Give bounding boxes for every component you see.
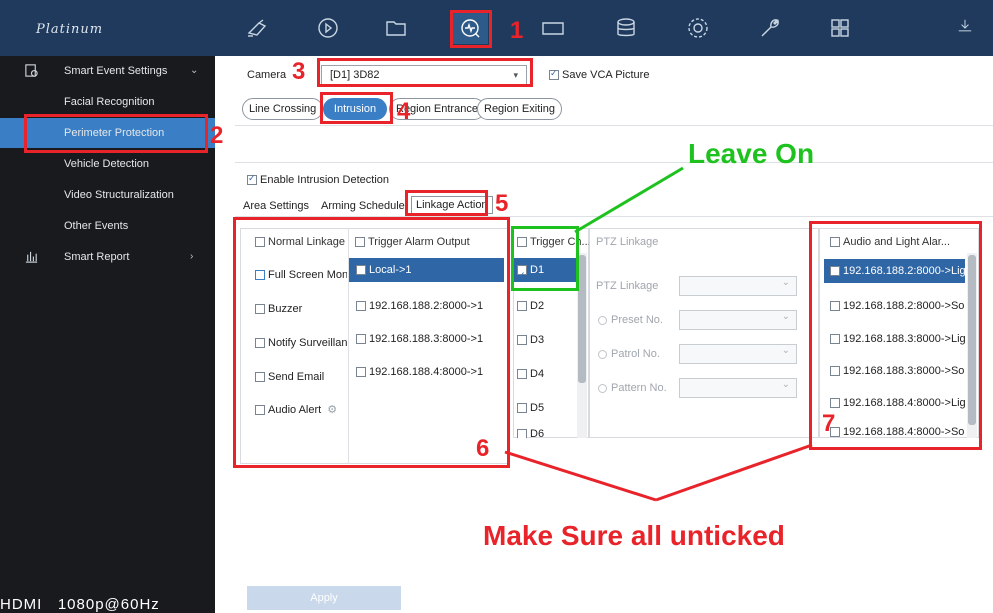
checkbox-icon	[517, 335, 527, 346]
folder-icon[interactable]	[378, 12, 414, 44]
sidebar-item-smart-report[interactable]: Smart Report ›	[0, 242, 215, 272]
camera-label: Camera	[247, 69, 287, 81]
sidebar-item-label: Smart Report	[64, 251, 130, 263]
trigger-channel-item-label: D4	[530, 368, 545, 380]
patrol-label: Patrol No.	[611, 348, 660, 360]
layout-icon[interactable]	[822, 12, 858, 44]
smart-settings-icon	[24, 56, 44, 88]
trigger-channel-item[interactable]: D6	[517, 424, 575, 438]
display-icon[interactable]	[535, 12, 571, 44]
trigger-channel-item[interactable]: D4	[517, 362, 575, 386]
camera-icon[interactable]	[240, 12, 276, 44]
sidebar-item-label: Video Structuralization	[64, 189, 174, 201]
preset-select[interactable]	[679, 310, 797, 330]
checkbox-icon	[517, 403, 527, 414]
annotation-box-1	[450, 10, 492, 48]
storage-icon[interactable]	[608, 12, 644, 44]
pattern-radio[interactable]: Pattern No.	[598, 382, 667, 394]
annotation-number-2: 2	[210, 122, 224, 149]
pattern-select[interactable]	[679, 378, 797, 398]
ptz-linkage-label: PTZ Linkage	[596, 280, 659, 292]
trigger-channel-item-label: D5	[530, 402, 545, 414]
make-sure-note: Make Sure all unticked	[483, 520, 785, 551]
output-label: HDMI	[0, 596, 43, 613]
sidebar-item-vehicle-detection[interactable]: Vehicle Detection	[0, 149, 215, 179]
annotation-box-3	[317, 58, 533, 87]
patrol-select[interactable]	[679, 344, 797, 364]
tab-area-settings[interactable]: Area Settings	[243, 200, 309, 212]
trigger-channel-item[interactable]: D3	[517, 328, 575, 352]
resolution-label: 1080p@60Hz	[57, 596, 160, 613]
divider	[235, 125, 993, 126]
trigger-channel-item[interactable]: D5	[517, 396, 575, 420]
chart-icon	[24, 242, 44, 274]
sidebar-item-video-structuralization[interactable]: Video Structuralization	[0, 180, 215, 210]
pattern-label: Pattern No.	[611, 382, 667, 394]
radio-icon	[598, 315, 607, 325]
annotation-number-1: 1	[510, 17, 524, 44]
scrollbar-thumb[interactable]	[578, 255, 586, 383]
leave-on-note: Leave On	[688, 138, 815, 169]
apply-button[interactable]: Apply	[247, 586, 401, 610]
chevron-down-icon: ⌄	[190, 65, 199, 76]
radio-icon	[598, 349, 607, 359]
tab-line-crossing[interactable]: Line Crossing	[242, 98, 324, 120]
annotation-box-leave-on	[511, 226, 579, 291]
enable-intrusion-checkbox[interactable]: Enable Intrusion Detection	[247, 173, 390, 186]
sidebar-item-label: Vehicle Detection	[64, 158, 149, 170]
ptz-linkage-header: PTZ Linkage	[596, 236, 659, 248]
download-icon[interactable]	[950, 12, 980, 44]
radio-icon	[598, 383, 607, 393]
preset-radio[interactable]: Preset No.	[598, 314, 663, 326]
annotation-number-6: 6	[476, 435, 490, 462]
tab-region-exiting[interactable]: Region Exiting	[477, 98, 562, 120]
sidebar-item-smart-event-settings[interactable]: Smart Event Settings ⌄	[0, 56, 215, 86]
sidebar-item-other-events[interactable]: Other Events	[0, 211, 215, 241]
save-vca-label: Save VCA Picture	[562, 69, 650, 81]
trigger-channel-item-label: D6	[530, 428, 545, 438]
ptz-panel	[589, 228, 819, 438]
checkbox-icon	[247, 173, 257, 186]
trigger-channel-item-label: D2	[530, 300, 545, 312]
checkbox-icon	[549, 68, 559, 81]
annotation-box-6	[233, 217, 510, 468]
checkbox-icon	[517, 429, 527, 438]
divider	[235, 162, 993, 163]
settings-icon[interactable]	[680, 12, 716, 44]
tab-arming-schedule[interactable]: Arming Schedule	[321, 200, 405, 212]
patrol-radio[interactable]: Patrol No.	[598, 348, 660, 360]
annotation-number-5: 5	[495, 190, 509, 217]
save-vca-checkbox[interactable]: Save VCA Picture	[549, 68, 650, 81]
maintenance-icon[interactable]	[752, 12, 788, 44]
sidebar-item-facial-recognition[interactable]: Facial Recognition	[0, 87, 215, 117]
trigger-channel-item-label: D3	[530, 334, 545, 346]
playback-icon[interactable]	[310, 12, 346, 44]
checkbox-icon	[517, 369, 527, 380]
preset-label: Preset No.	[611, 314, 663, 326]
annotation-box-5	[405, 190, 488, 216]
chevron-right-icon: ›	[190, 251, 194, 262]
video-output-status: HDMI 1080p@60Hz	[0, 596, 160, 613]
top-toolbar: Platinum	[0, 0, 993, 56]
brand-logo: Platinum	[36, 22, 104, 37]
annotation-box-4	[320, 92, 393, 124]
trigger-channel-item[interactable]: D2	[517, 294, 575, 318]
checkbox-icon	[517, 301, 527, 312]
annotation-number-4: 4	[397, 98, 411, 125]
enable-intrusion-label: Enable Intrusion Detection	[260, 174, 390, 186]
sidebar-item-label: Facial Recognition	[64, 96, 155, 108]
annotation-number-7: 7	[822, 410, 836, 437]
sidebar-item-label: Other Events	[64, 220, 129, 232]
sidebar-item-label: Smart Event Settings	[64, 65, 168, 77]
ptz-linkage-select[interactable]	[679, 276, 797, 296]
annotation-box-2	[24, 114, 208, 153]
annotation-number-3: 3	[292, 58, 306, 85]
